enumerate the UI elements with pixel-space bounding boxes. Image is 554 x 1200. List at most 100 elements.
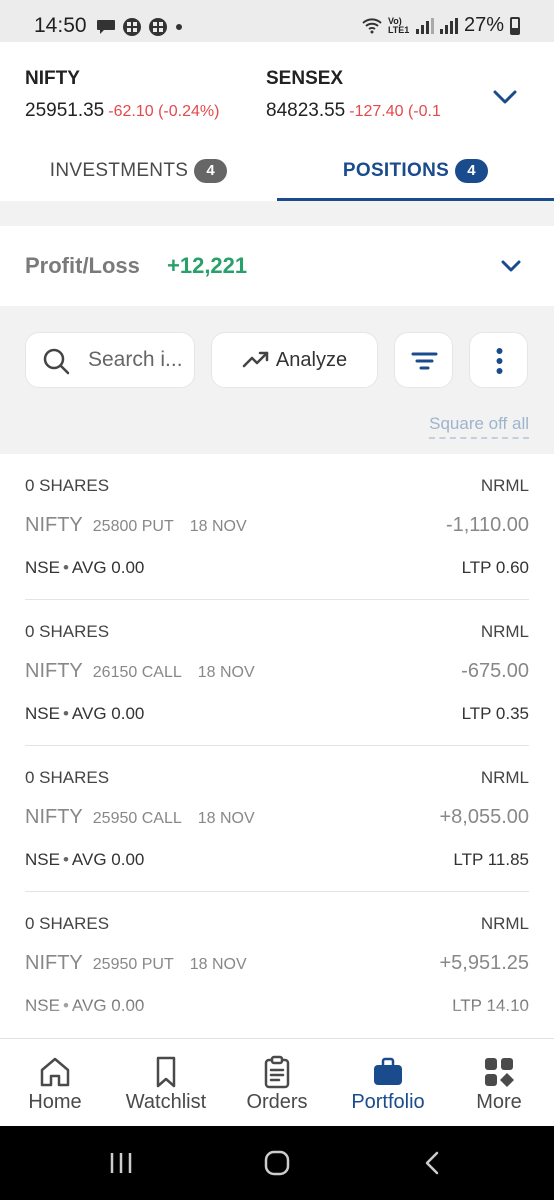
position-row[interactable]: 0 SHARES NRML NIFTY 26150 CALL 18 NOV -675.0… xyxy=(25,600,529,746)
trending-up-icon xyxy=(242,351,269,368)
position-product: NRML xyxy=(480,476,529,495)
position-exchange: NSE xyxy=(25,704,60,723)
position-strike: 25950 PUT xyxy=(92,956,174,973)
nav-more[interactable]: More xyxy=(444,1039,554,1127)
nav-home[interactable]: Home xyxy=(0,1039,110,1127)
position-pnl: -1,110.00 xyxy=(445,514,529,536)
position-strike: 25950 CALL xyxy=(92,810,182,827)
position-avg: 0.00 xyxy=(111,558,145,577)
analyze-button[interactable]: Analyze xyxy=(211,332,378,388)
position-strike: 26150 CALL xyxy=(92,664,182,681)
app-grid-icon xyxy=(123,18,141,36)
index-change: -62.10 (-0.24%) xyxy=(108,103,220,120)
avg-label: AVG xyxy=(71,558,107,577)
more-vertical-icon xyxy=(496,348,503,374)
back-icon[interactable] xyxy=(420,1150,444,1176)
avg-label: AVG xyxy=(71,704,107,723)
position-row[interactable]: 0 SHARES NRML NIFTY 25950 CALL 18 NOV +8,055… xyxy=(25,746,529,892)
recent-apps-icon[interactable] xyxy=(108,1150,134,1176)
count-badge: 4 xyxy=(194,158,228,183)
portfolio-tabs: INVESTMENTS 4 POSITIONS 4 xyxy=(0,140,554,201)
position-qty: 0 SHARES xyxy=(25,622,110,641)
search-placeholder: Search i... xyxy=(88,348,183,371)
position-row[interactable]: 0 SHARES NRML NIFTY 25950 PUT 18 NOV +5,951.… xyxy=(25,892,529,1038)
tab-positions[interactable]: POSITIONS 4 xyxy=(277,140,554,201)
dot-icon xyxy=(176,24,182,30)
clipboard-icon xyxy=(264,1055,290,1089)
index-name: SENSEX xyxy=(266,68,344,89)
avg-label: AVG xyxy=(71,996,107,1015)
position-exchange: NSE xyxy=(25,558,60,577)
position-symbol: NIFTY xyxy=(25,660,83,682)
position-product: NRML xyxy=(480,622,529,641)
profit-loss-card[interactable]: Profit/Loss +12,221 xyxy=(0,226,554,306)
square-off-all-link[interactable]: Square off all xyxy=(429,414,529,439)
position-qty: 0 SHARES xyxy=(25,768,110,787)
avg-label: AVG xyxy=(71,850,107,869)
position-qty: 0 SHARES xyxy=(25,476,110,495)
count-badge: 4 xyxy=(455,158,489,183)
nav-orders[interactable]: Orders xyxy=(222,1039,332,1127)
search-input[interactable]: Search i... xyxy=(25,332,195,388)
app-grid-icon xyxy=(149,18,167,36)
search-icon xyxy=(43,348,70,375)
position-symbol: NIFTY xyxy=(25,514,83,536)
position-expiry: 18 NOV xyxy=(197,810,255,827)
index-nifty[interactable]: NIFTY 25951.35 -62.10 (-0.24%) xyxy=(25,68,219,122)
position-ltp: 14.10 xyxy=(486,996,529,1015)
position-symbol: NIFTY xyxy=(25,806,83,828)
more-options-button[interactable] xyxy=(469,332,528,388)
index-header: NIFTY 25951.35 -62.10 (-0.24%) SENSEX 848… xyxy=(0,42,554,201)
tab-investments[interactable]: INVESTMENTS 4 xyxy=(0,140,277,201)
filter-button[interactable] xyxy=(394,332,453,388)
signal-2-icon xyxy=(439,17,458,34)
position-symbol: NIFTY xyxy=(25,952,83,974)
home-icon xyxy=(40,1057,70,1087)
position-avg: 0.00 xyxy=(111,704,145,723)
position-expiry: 18 NOV xyxy=(189,518,247,535)
position-strike: 25800 PUT xyxy=(92,518,174,535)
home-button-icon[interactable] xyxy=(263,1150,291,1176)
analyze-label: Analyze xyxy=(275,348,348,371)
filter-icon xyxy=(411,352,438,370)
nav-portfolio[interactable]: Portfolio xyxy=(333,1039,443,1127)
chevron-down-icon[interactable] xyxy=(492,88,518,106)
position-expiry: 18 NOV xyxy=(189,956,247,973)
positions-list: 0 SHARES NRML NIFTY 25800 PUT 18 NOV -1,110.… xyxy=(0,454,554,1038)
battery-icon xyxy=(510,16,520,35)
tab-label: POSITIONS xyxy=(342,159,450,181)
position-ltp: 11.85 xyxy=(487,850,529,869)
position-row[interactable]: 0 SHARES NRML NIFTY 25800 PUT 18 NOV -1,110.… xyxy=(25,454,529,600)
grid-icon xyxy=(485,1058,514,1087)
battery-percent: 27% xyxy=(463,14,504,36)
status-time: 14:50 xyxy=(34,14,87,37)
position-product: NRML xyxy=(480,768,529,787)
position-product: NRML xyxy=(480,914,529,933)
position-ltp: 0.60 xyxy=(495,558,529,577)
status-right: Vo) LTE1 27% xyxy=(362,14,520,37)
chevron-down-icon[interactable] xyxy=(500,258,522,274)
position-avg: 0.00 xyxy=(111,996,145,1015)
nav-label: More xyxy=(476,1091,522,1113)
ltp-label: LTP xyxy=(452,996,482,1015)
index-value: 84823.55 xyxy=(266,100,346,121)
profit-loss-label: Profit/Loss xyxy=(25,253,140,278)
position-avg: 0.00 xyxy=(111,850,145,869)
index-sensex[interactable]: SENSEX 84823.55 -127.40 (-0.1 xyxy=(266,68,476,122)
ltp-label: LTP xyxy=(461,704,492,723)
positions-toolbar: Search i... Analyze Square off all xyxy=(0,306,554,454)
index-change: -127.40 (-0.1 xyxy=(349,103,441,120)
index-value: 25951.35 xyxy=(25,100,105,121)
position-ltp: 0.35 xyxy=(495,704,529,723)
network-label: Vo) LTE1 xyxy=(387,15,410,35)
position-exchange: NSE xyxy=(25,996,60,1015)
nav-label: Home xyxy=(28,1091,82,1113)
wifi-calling-icon xyxy=(362,17,382,33)
profit-loss-value: +12,221 xyxy=(167,253,248,278)
nav-watchlist[interactable]: Watchlist xyxy=(111,1039,221,1127)
position-pnl: -675.00 xyxy=(461,660,529,682)
position-expiry: 18 NOV xyxy=(197,664,255,681)
tab-label: INVESTMENTS xyxy=(49,159,189,181)
chat-bubble-icon xyxy=(97,20,115,34)
status-bar: 14:50 Vo) LTE1 27% xyxy=(0,0,554,42)
